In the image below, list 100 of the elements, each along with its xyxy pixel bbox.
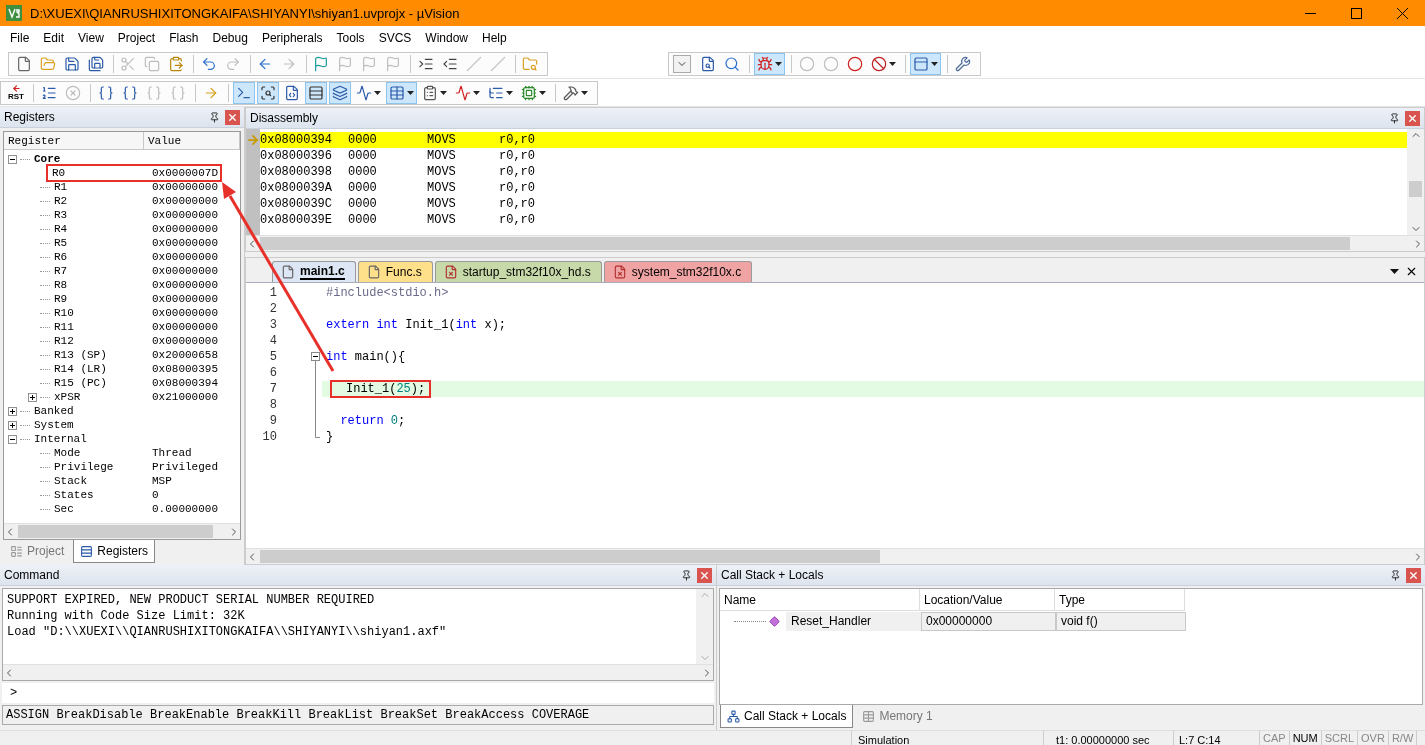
scroll-thumb[interactable]: [1409, 181, 1422, 197]
line-number: 3: [268, 317, 278, 333]
menu-item[interactable]: Tools: [329, 27, 372, 49]
expand-icon[interactable]: [8, 420, 17, 430]
panel-tab[interactable]: Memory 1: [855, 705, 940, 728]
status-indicator: OVR: [1358, 731, 1389, 745]
line-number: 4: [268, 333, 278, 349]
dropdown-button[interactable]: [1390, 269, 1399, 274]
close-icon: [1405, 265, 1418, 278]
scroll-thumb[interactable]: [260, 550, 880, 563]
register-value: 0x0000007D: [151, 167, 219, 179]
column-header[interactable]: Type: [1055, 589, 1185, 611]
column-header[interactable]: Value: [144, 132, 240, 150]
disassembly-line[interactable]: 0x0800039E 0000 MOVS r0,r0: [260, 212, 1407, 228]
pin-icon: [680, 569, 692, 581]
chart-icon: [455, 84, 471, 101]
horizontal-scrollbar[interactable]: [3, 664, 713, 680]
file-tab[interactable]: Func.s: [357, 261, 433, 282]
menu-item[interactable]: Peripherals: [254, 27, 330, 49]
hammer-icon: [563, 84, 579, 101]
caret-icon: [931, 62, 938, 66]
menu-item[interactable]: View: [71, 27, 111, 49]
panel-tab[interactable]: Call Stack + Locals: [720, 705, 854, 728]
menu-item[interactable]: Help: [475, 27, 514, 49]
status-indicator: CAP: [1260, 731, 1290, 745]
disassembly-line[interactable]: 0x08000398 0000 MOVS r0,r0: [260, 164, 1407, 180]
scroll-thumb[interactable]: [260, 237, 1350, 250]
app-logo: [6, 5, 22, 21]
code-line: extern int Init_1(int x);: [326, 319, 507, 331]
find-combo-box[interactable]: [673, 55, 691, 73]
menu-item[interactable]: Debug: [205, 27, 255, 49]
file-tab[interactable]: startup_stm32f10x_hd.s: [434, 261, 602, 282]
menu-item[interactable]: Flash: [162, 27, 206, 49]
register-value: 0x00000000: [151, 265, 219, 277]
table-button[interactable]: [386, 81, 417, 104]
panel-title: Disassembly: [250, 111, 319, 125]
table-cell: void f(): [1056, 611, 1186, 631]
caret-icon: [440, 90, 447, 95]
expand-icon[interactable]: [8, 406, 17, 416]
register-name: R6: [54, 251, 68, 263]
rows-button[interactable]: [305, 81, 327, 104]
caret-icon: [889, 62, 896, 66]
disassembly-line[interactable]: 0x0800039C 0000 MOVS r0,r0: [260, 196, 1407, 212]
bug-button[interactable]: [754, 53, 785, 75]
register-name: R4: [54, 223, 68, 235]
close-button[interactable]: [1405, 265, 1418, 278]
copy-icon: [144, 56, 161, 72]
scroll-thumb[interactable]: [18, 525, 213, 538]
window-button[interactable]: [910, 53, 941, 75]
expand-icon[interactable]: [28, 392, 37, 402]
terminal-button[interactable]: [233, 81, 255, 104]
file-tab[interactable]: main1.c: [272, 261, 356, 282]
menu-item[interactable]: Window: [418, 27, 475, 49]
register-value: 0x08000394: [151, 377, 219, 389]
register-name: R3: [54, 209, 68, 221]
register-value: 0x00000000: [151, 223, 219, 235]
register-value: 0.00000000: [151, 503, 219, 515]
arrow-left-button[interactable]: RST: [5, 81, 27, 104]
indent-icon: [417, 56, 434, 72]
panel-tab[interactable]: Registers: [73, 540, 156, 563]
vertical-scrollbar[interactable]: [1407, 129, 1424, 235]
menu-item[interactable]: Edit: [36, 27, 72, 49]
collapse-icon[interactable]: [310, 352, 320, 365]
disassembly-line[interactable]: 0x08000396 0000 MOVS r0,r0: [260, 148, 1407, 164]
close-icon: [227, 111, 238, 123]
menu-item[interactable]: SVCS: [371, 27, 419, 49]
command-hints: ASSIGN BreakDisable BreakEnable BreakKill BreakList BreakSet BreakAccess COVERAGE: [2, 705, 714, 725]
line-number: 10: [261, 429, 278, 445]
close-icon: [699, 569, 710, 581]
column-header[interactable]: Name: [720, 589, 920, 611]
search-icon: [724, 56, 740, 72]
horizontal-scrollbar[interactable]: [246, 548, 1424, 564]
disassembly-line[interactable]: 0x0800039A 0000 MOVS r0,r0: [260, 180, 1407, 196]
register-value: 0x00000000: [151, 237, 219, 249]
status-text: L:7 C:14: [1179, 733, 1221, 745]
register-name: R9: [54, 293, 68, 305]
register-name: Privilege: [54, 461, 114, 473]
column-header[interactable]: Location/Value: [920, 589, 1055, 611]
caret-icon: [407, 90, 414, 95]
menu-item[interactable]: File: [3, 27, 37, 49]
magnifier-button[interactable]: [257, 81, 279, 104]
column-header[interactable]: Register: [4, 132, 144, 150]
horizontal-scrollbar[interactable]: [4, 523, 240, 539]
file-tab[interactable]: system_stm32f10x.c: [603, 261, 753, 282]
file-code-icon: [284, 84, 300, 101]
braces-icon: [98, 84, 114, 101]
table-icon: [389, 84, 405, 101]
layers-button[interactable]: [329, 81, 351, 104]
clipboard-icon: [422, 84, 438, 101]
register-name: Stack: [54, 475, 87, 487]
file-search-icon: [700, 56, 716, 72]
menu-item[interactable]: Project: [110, 27, 163, 49]
panel-tab[interactable]: Project: [3, 540, 72, 563]
code-line: int main(){: [326, 351, 406, 363]
register-value: Privileged: [151, 461, 219, 473]
flag-icon: [361, 56, 378, 72]
collapse-icon[interactable]: [8, 434, 17, 444]
collapse-icon[interactable]: [8, 154, 17, 164]
horizontal-scrollbar[interactable]: [246, 235, 1424, 251]
caret-icon: [1390, 269, 1399, 274]
